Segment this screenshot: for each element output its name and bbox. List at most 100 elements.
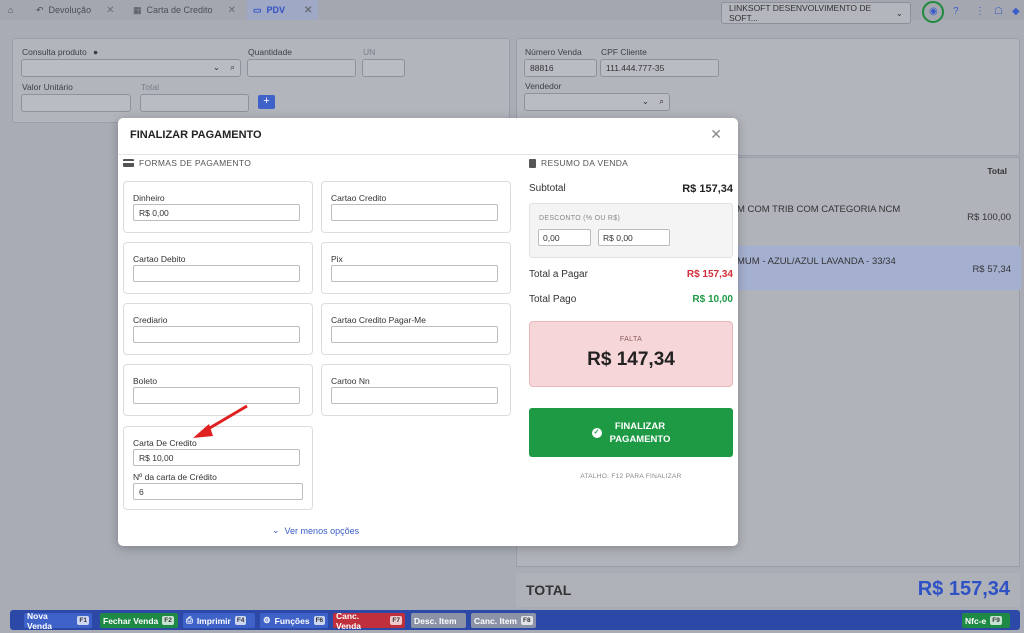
cpf-cliente-input[interactable]: 111.444.777-35 — [600, 59, 719, 77]
add-item-button[interactable]: + — [258, 95, 275, 109]
method-label: Boleto — [133, 376, 158, 386]
monitor-icon: ▭ — [253, 4, 262, 15]
item-price: R$ 57,34 — [972, 264, 1011, 275]
close-icon[interactable]: ✕ — [710, 126, 722, 143]
subtotal-label: Subtotal — [529, 183, 566, 194]
info-icon: ● — [93, 47, 99, 57]
un-input — [362, 59, 405, 77]
tab-devolucao[interactable]: ↶ Devolução ✕ — [36, 0, 114, 20]
payment-method-dinheiro: Dinheiro R$ 0,00 — [123, 181, 313, 233]
desc-item-button[interactable]: Desc. Item — [411, 613, 466, 628]
chevron-up-icon: ⌄ — [272, 525, 280, 535]
cpf-cliente-label: CPF Cliente — [601, 47, 647, 57]
quantidade-input[interactable] — [247, 59, 356, 77]
close-icon[interactable]: ✕ — [228, 5, 236, 16]
brand-icon[interactable]: ◆ — [1012, 6, 1020, 17]
button-label: Desc. Item — [414, 615, 457, 626]
help-icon[interactable]: ? — [953, 6, 959, 17]
nova-venda-button[interactable]: Nova Venda F1 — [24, 610, 92, 631]
robot-icon[interactable]: ☖ — [994, 6, 1003, 17]
ver-menos-opcoes-link[interactable]: ⌄ Ver menos opções — [272, 525, 359, 536]
shortcut-key: F7 — [390, 616, 402, 625]
company-select[interactable]: LINKSOFT DESENVOLVIMENTO DE SOFT... ⌄ — [721, 2, 911, 24]
crediario-input[interactable] — [133, 326, 300, 343]
grand-total-value: R$ 157,34 — [917, 578, 1010, 600]
shortcut-key: F2 — [162, 616, 174, 625]
un-label: UN — [363, 47, 376, 57]
tab-carta-de-credito[interactable]: ▦ Carta de Credito ✕ — [133, 0, 236, 20]
carta-de-credito-input[interactable]: R$ 10,00 — [133, 449, 300, 466]
button-label-line-2: PAGAMENTO — [609, 433, 671, 445]
document-icon — [529, 158, 536, 168]
payment-method-cartao-debito: Cartao Debito — [123, 242, 313, 294]
shortcut-key: F9 — [990, 616, 1002, 625]
method-label: Cartao Credito Pagar-Me — [331, 315, 426, 325]
button-label: Nova Venda — [27, 610, 53, 631]
close-icon[interactable]: ✕ — [106, 5, 114, 16]
formas-de-pagamento-header: FORMAS DE PAGAMENTO — [123, 158, 251, 168]
desconto-box: DESCONTO (% OU R$) 0,00 R$ 0,00 — [529, 203, 733, 258]
button-label: Imprimir — [196, 615, 231, 626]
canc-item-button[interactable]: Canc. Item F8 — [471, 613, 536, 628]
button-label: FINALIZAR PAGAMENTO — [610, 420, 671, 446]
undo-icon: ↶ — [36, 4, 44, 15]
desconto-percent-input[interactable]: 0,00 — [538, 229, 591, 246]
cartao-debito-input[interactable] — [133, 265, 300, 282]
finalizar-pagamento-button[interactable]: ✓ FINALIZAR PAGAMENTO — [529, 408, 733, 457]
item-price: R$ 100,00 — [967, 212, 1011, 223]
target-icon[interactable]: ◉ — [929, 6, 938, 17]
total-a-pagar-value: R$ 157,34 — [686, 269, 733, 280]
fechar-venda-button[interactable]: Fechar Venda F2 — [100, 613, 178, 628]
valor-unitario-label: Valor Unitário — [22, 82, 73, 92]
product-panel: Consulta produto ● ⌄ ⌕ Quantidade UN Val… — [12, 38, 510, 123]
section-title: FORMAS DE PAGAMENTO — [139, 158, 252, 168]
total-column-header: Total — [987, 166, 1007, 176]
button-label: Canc. Item — [474, 615, 517, 626]
chevron-down-icon: ⌄ — [641, 96, 649, 106]
total-a-pagar-row: Total a Pagar R$ 157,34 — [529, 269, 733, 280]
imprimir-button[interactable]: ⎙ Imprimir F4 — [183, 613, 255, 628]
desconto-value-input[interactable]: R$ 0,00 — [598, 229, 670, 246]
tab-label: Carta de Credito — [146, 5, 213, 15]
tab-bar: ⌂ ↶ Devolução ✕ ▦ Carta de Credito ✕ ▭ P… — [0, 0, 1024, 24]
button-label-line-1: FINALIZAR — [614, 420, 666, 432]
tab-label: Devolução — [48, 5, 92, 15]
home-icon[interactable]: ⌂ — [8, 0, 13, 20]
vendedor-select[interactable]: ⌄ ⌕ — [524, 93, 670, 111]
dinheiro-input[interactable]: R$ 0,00 — [133, 204, 300, 221]
cartao-credito-pagar-me-input[interactable] — [331, 326, 498, 343]
numero-venda-label: Número Venda — [525, 47, 582, 57]
button-label: Nfc-e — [965, 615, 987, 626]
desconto-label: DESCONTO (% OU R$) — [539, 215, 621, 222]
button-label: Canc. Venda — [336, 610, 362, 631]
consulta-produto-input[interactable]: ⌄ ⌕ — [21, 59, 241, 77]
pix-input[interactable] — [331, 265, 498, 282]
method-label: Dinheiro — [133, 193, 165, 203]
cartoo-nn-input[interactable] — [331, 387, 498, 404]
more-vertical-icon[interactable]: ⋮ — [975, 6, 985, 17]
tab-pdv[interactable]: ▭ PDV ✕ — [247, 0, 319, 20]
grand-total-label: TOTAL — [526, 582, 572, 598]
payment-method-crediario: Crediario — [123, 303, 313, 355]
close-icon[interactable]: ✕ — [304, 5, 312, 16]
tab-label: PDV — [266, 5, 286, 15]
check-circle-icon: ✓ — [591, 427, 602, 438]
nfce-button[interactable]: Nfc-e F9 — [962, 613, 1010, 628]
search-icon[interactable]: ⌕ — [230, 62, 235, 73]
payment-method-pix: Pix — [321, 242, 511, 294]
valor-unitario-input[interactable] — [21, 94, 131, 112]
divider — [118, 154, 738, 155]
chevron-down-icon: ⌄ — [895, 7, 903, 18]
payment-method-cartoo-nn: Cartoo Nn — [321, 364, 511, 416]
finalizar-pagamento-modal: FINALIZAR PAGAMENTO ✕ FORMAS DE PAGAMENT… — [118, 118, 738, 546]
button-label: Fechar Venda — [103, 615, 159, 626]
resumo-da-venda-header: RESUMO DA VENDA — [529, 158, 628, 168]
shortcut-key: F1 — [77, 616, 89, 625]
carta-number-label: Nº da carta de Crédito — [133, 472, 217, 482]
carta-number-input[interactable]: 6 — [133, 483, 303, 500]
cartao-credito-input[interactable] — [331, 204, 498, 221]
search-icon[interactable]: ⌕ — [659, 96, 664, 107]
funcoes-button[interactable]: ⚙ Funções F6 — [260, 613, 328, 628]
canc-venda-button[interactable]: Canc. Venda F7 — [333, 610, 405, 631]
quantidade-label: Quantidade — [248, 47, 292, 57]
